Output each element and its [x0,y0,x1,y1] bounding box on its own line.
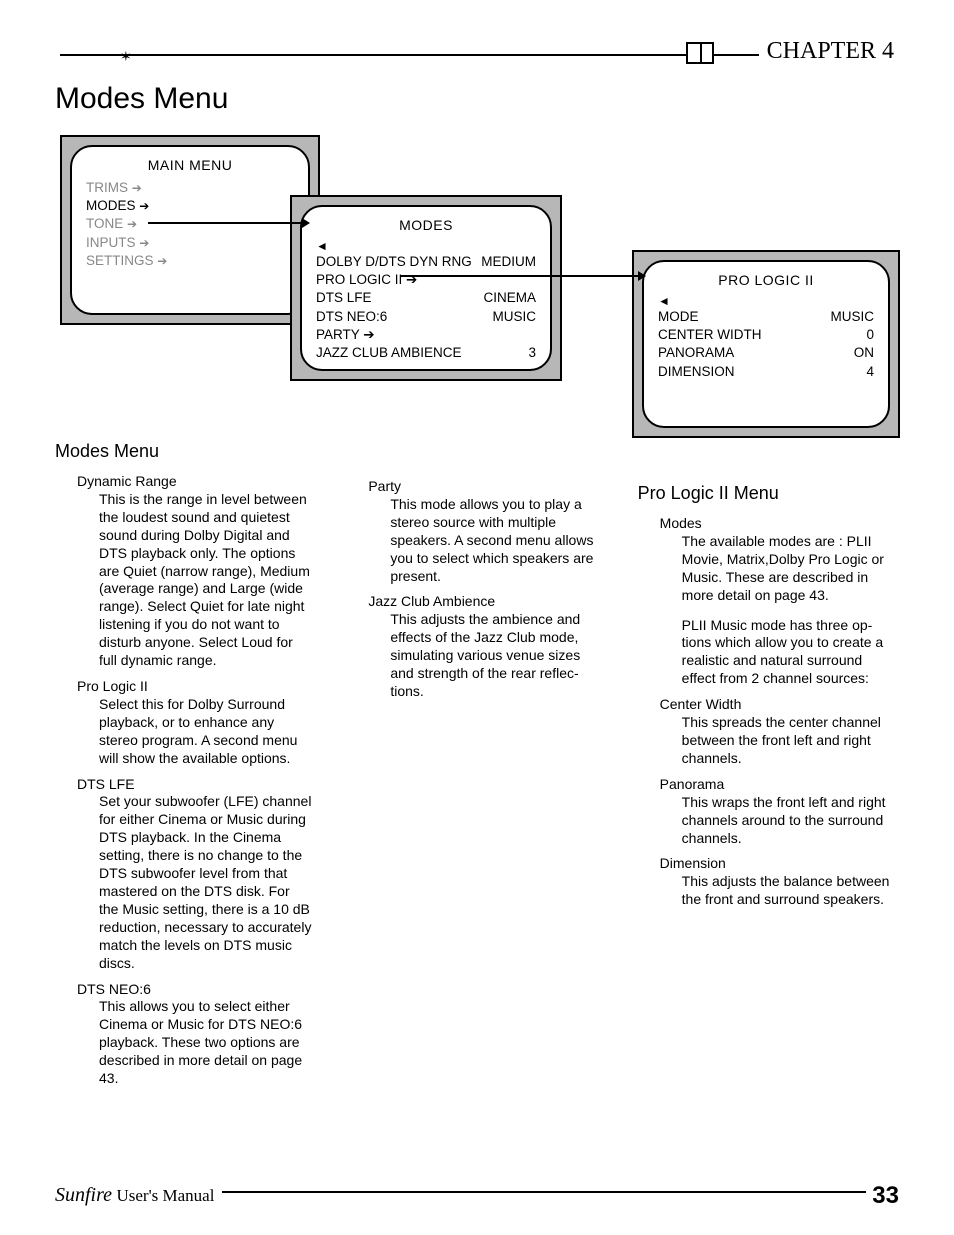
description: The available modes are : PLII Movie, Ma… [682,533,895,605]
panel2-title: MODES [316,217,536,233]
term: Pro Logic II [77,678,316,696]
modes-row: JAZZ CLUB AMBIENCE3 [316,344,536,362]
modes-row: PARTY ➔ [316,326,536,344]
modes-row: DTS NEO:6MUSIC [316,308,536,326]
term: Dynamic Range [77,473,316,491]
description: PLII Music mode has three op­tions which… [682,617,895,689]
main-menu-item: SETTINGS ➔ [86,252,294,270]
panel-modes: MODES ◄ DOLBY D/DTS DYN RNGMEDIUMPRO LOG… [290,195,562,381]
panel1-title: MAIN MENU [86,157,294,173]
main-menu-item: TONE ➔ [86,215,294,233]
modes-row: DOLBY D/DTS DYN RNGMEDIUM [316,253,536,271]
panel3-title: PRO LOGIC II [658,272,874,288]
description: This adjusts the ambience and effects of… [390,611,603,701]
term: Modes [660,515,899,533]
flow-line-1 [148,222,304,224]
col3-heading: Pro Logic II Menu [638,482,899,505]
panel-main-menu: MAIN MENU TRIMS ➔MODES ➔TONE ➔INPUTS ➔SE… [60,135,320,325]
prologic-row: DIMENSION4 [658,363,874,381]
column-1: Modes Menu Dynamic RangeThis is the rang… [55,440,316,1088]
prologic-row: PANORAMAON [658,344,874,362]
term: Jazz Club Ambience [368,593,607,611]
prologic-row: MODEMUSIC [658,308,874,326]
term: Party [368,478,607,496]
term: DTS LFE [77,776,316,794]
col1-heading: Modes Menu [55,440,316,463]
term: Dimension [660,855,899,873]
back-arrow-icon: ◄ [658,294,874,308]
description: This wraps the front left and right chan… [682,794,895,848]
description: This adjusts the balance be­tween the fr… [682,873,895,909]
column-2: PartyThis mode allows you to play a ster… [346,440,607,1088]
arrowhead-icon [302,218,310,228]
panel-prologic: PRO LOGIC II ◄ MODEMUSICCENTER WIDTH0PAN… [632,250,900,438]
description: This spreads the center chan­nel between… [682,714,895,768]
modes-row: PRO LOGIC II ➔ [316,271,536,289]
page-title: Modes Menu [55,82,228,116]
footer-brand: Sunfire User's Manual [55,1184,222,1207]
main-menu-item: INPUTS ➔ [86,234,294,252]
description: Select this for Dolby Surround playback,… [99,696,312,768]
header-star-icon: ✶ [120,48,132,65]
term: Panorama [660,776,899,794]
brand-name: Sunfire [55,1184,112,1206]
description: This is the range in level be­tween the … [99,491,312,670]
flow-line-2 [400,275,640,277]
chapter-label: CHAPTER 4 [759,38,894,65]
body-columns: Modes Menu Dynamic RangeThis is the rang… [55,440,899,1088]
arrowhead-icon [638,271,646,281]
modes-row: DTS LFECINEMA [316,289,536,307]
description: This allows you to select either Cinema … [99,998,312,1088]
prologic-row: CENTER WIDTH0 [658,326,874,344]
column-3: Pro Logic II Menu ModesThe available mod… [638,440,899,1088]
description: Set your subwoofer (LFE) channel for eit… [99,793,312,972]
term: Center Width [660,696,899,714]
term: DTS NEO:6 [77,981,316,999]
description: This mode allows you to play a stereo so… [390,496,603,586]
header-box-icon [686,42,714,64]
back-arrow-icon: ◄ [316,239,536,253]
main-menu-item: MODES ➔ [86,197,294,215]
manual-label: User's Manual [116,1186,214,1205]
page-number: 33 [866,1182,899,1210]
main-menu-item: TRIMS ➔ [86,179,294,197]
